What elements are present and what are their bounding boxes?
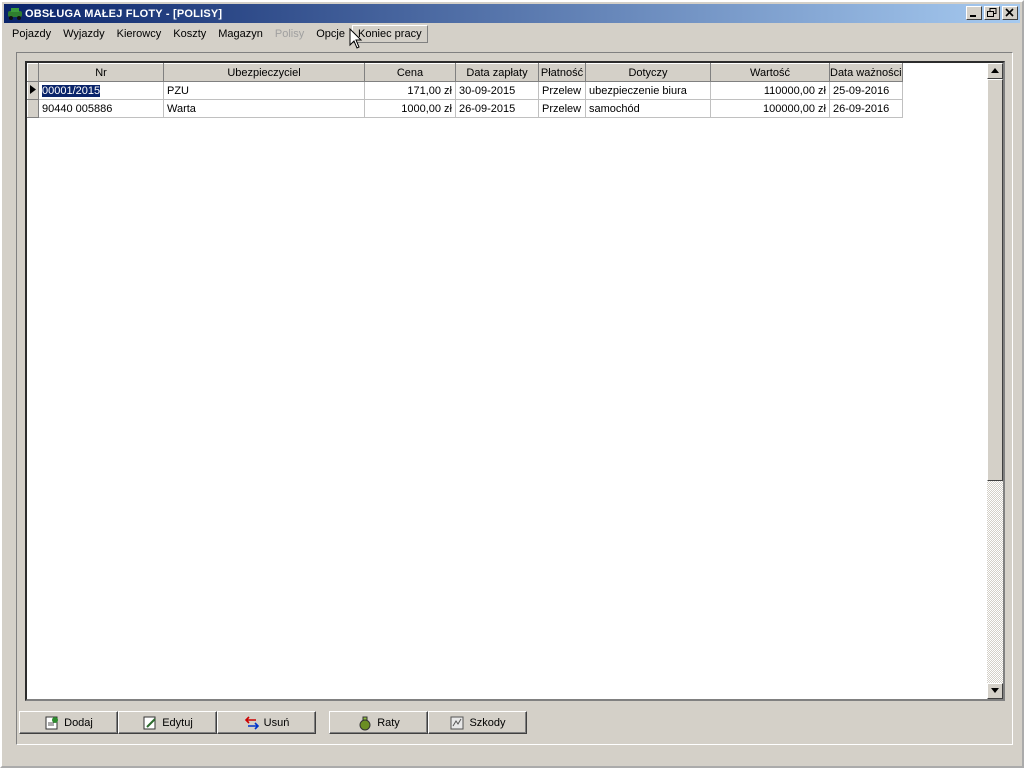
policies-grid[interactable]: Nr Ubezpieczyciel Cena Data zapłaty Płat… (25, 61, 1005, 701)
table-cell[interactable]: 1000,00 zł (364, 99, 456, 118)
menu-magazyn[interactable]: Magazyn (212, 25, 269, 43)
vertical-scrollbar[interactable] (987, 63, 1003, 699)
damages-button[interactable]: Szkody (428, 711, 527, 734)
column-header[interactable]: Nr (38, 63, 164, 82)
menu-kierowcy[interactable]: Kierowcy (111, 25, 168, 43)
header-row: Nr Ubezpieczyciel Cena Data zapłaty Płat… (27, 63, 903, 82)
delete-button[interactable]: Usuń (217, 711, 316, 734)
column-header[interactable]: Ubezpieczyciel (163, 63, 365, 82)
menu-bar: Pojazdy Wyjazdy Kierowcy Koszty Magazyn … (6, 24, 428, 44)
table-cell[interactable]: Warta (163, 99, 365, 118)
menu-opcje[interactable]: Opcje (310, 25, 351, 43)
menu-koniec-pracy[interactable]: Koniec pracy (351, 25, 428, 43)
table-cell[interactable]: Przelew (538, 99, 586, 118)
main-window: OBSŁUGA MAŁEJ FLOTY - [POLISY] Pojazdy W… (0, 0, 1024, 768)
row-indicator (27, 81, 39, 100)
scroll-down-button[interactable] (987, 683, 1003, 699)
column-header[interactable]: Wartość (710, 63, 830, 82)
table-cell[interactable]: 30-09-2015 (455, 81, 539, 100)
menu-pojazdy[interactable]: Pojazdy (6, 25, 57, 43)
content-panel: Nr Ubezpieczyciel Cena Data zapłaty Płat… (16, 52, 1013, 745)
column-header[interactable]: Data zapłaty (455, 63, 539, 82)
money-bag-icon (359, 716, 371, 730)
column-header[interactable]: Data ważności (829, 63, 903, 82)
title-bar[interactable]: OBSŁUGA MAŁEJ FLOTY - [POLISY] (4, 4, 1020, 23)
table-cell[interactable]: 26-09-2016 (829, 99, 903, 118)
policies-table: Nr Ubezpieczyciel Cena Data zapłaty Płat… (27, 63, 903, 118)
mouse-pointer-icon (349, 28, 363, 49)
table-cell[interactable]: 26-09-2015 (455, 99, 539, 118)
table-cell[interactable]: 171,00 zł (364, 81, 456, 100)
edit-record-icon (143, 716, 156, 729)
table-cell[interactable]: 90440 005886 (38, 99, 164, 118)
add-button[interactable]: Dodaj (19, 711, 118, 734)
minimize-icon (970, 15, 976, 17)
close-button[interactable] (1002, 6, 1018, 20)
damages-button-label: Szkody (469, 716, 506, 729)
table-cell[interactable]: samochód (585, 99, 711, 118)
arrow-up-icon (991, 68, 999, 73)
table-cell[interactable]: 00001/2015 (38, 81, 164, 100)
table-cell[interactable]: PZU (163, 81, 365, 100)
edit-button-label: Edytuj (162, 716, 193, 729)
scroll-up-button[interactable] (987, 63, 1003, 79)
damage-report-icon (450, 716, 464, 729)
table-cell[interactable]: ubezpieczenie biura (585, 81, 711, 100)
table-row[interactable]: 90440 005886 Warta 1000,00 zł 26-09-2015… (27, 99, 903, 118)
add-record-icon (45, 716, 59, 729)
delete-button-label: Usuń (263, 716, 290, 729)
column-header[interactable]: Dotyczy (585, 63, 711, 82)
menu-wyjazdy[interactable]: Wyjazdy (57, 25, 110, 43)
add-button-label: Dodaj (64, 716, 93, 729)
minimize-button[interactable] (966, 6, 982, 20)
close-icon (1005, 8, 1014, 17)
table-cell[interactable]: Przelew (538, 81, 586, 100)
delete-record-icon (244, 715, 259, 730)
table-cell[interactable]: 100000,00 zł (710, 99, 830, 118)
table-row[interactable]: 00001/2015 PZU 171,00 zł 30-09-2015 Prze… (27, 81, 903, 100)
policy-details-group: Raty Szkody (329, 711, 527, 734)
row-indicator (27, 99, 39, 118)
restore-button[interactable] (984, 6, 1000, 20)
table-cell[interactable]: 25-09-2016 (829, 81, 903, 100)
table-cell[interactable]: 110000,00 zł (710, 81, 830, 100)
installments-button-label: Raty (377, 716, 400, 729)
car-icon (8, 7, 22, 20)
indicator-header (27, 63, 39, 82)
menu-koszty[interactable]: Koszty (167, 25, 212, 43)
edit-button[interactable]: Edytuj (118, 711, 217, 734)
installments-button[interactable]: Raty (329, 711, 428, 734)
restore-icon (987, 8, 997, 17)
window-title: OBSŁUGA MAŁEJ FLOTY - [POLISY] (25, 7, 223, 20)
record-actions-group: Dodaj Edytuj Usuń (19, 711, 316, 734)
column-header[interactable]: Płatność (538, 63, 586, 82)
column-header[interactable]: Cena (364, 63, 456, 82)
arrow-down-icon (991, 688, 999, 693)
current-row-arrow-icon (30, 84, 36, 94)
scrollbar-thumb[interactable] (987, 79, 1003, 481)
menu-polisy: Polisy (274, 28, 305, 40)
